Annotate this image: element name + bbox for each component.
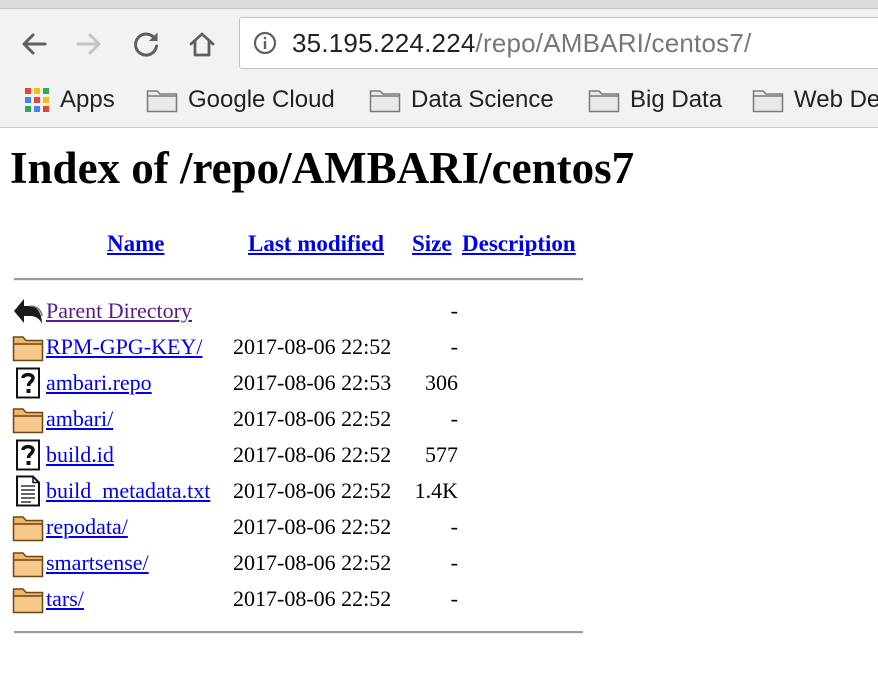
bookmark-big-data[interactable]: Big Data xyxy=(588,80,722,120)
file-size: - xyxy=(450,298,458,323)
table-row: ambari/2017-08-06 22:52 - xyxy=(0,401,600,437)
last-modified: 2017-08-06 22:52 xyxy=(233,334,392,359)
folder-icon xyxy=(12,403,44,435)
bookmark-label: Google Cloud xyxy=(188,86,335,113)
folder-icon xyxy=(146,90,178,113)
last-modified: 2017-08-06 22:52 xyxy=(233,586,392,611)
table-row: ambari.repo 2017-08-06 22:53 306 xyxy=(0,365,600,401)
file-size: 1.4K xyxy=(414,478,458,503)
file-link[interactable]: ambari.repo xyxy=(46,369,152,397)
page-title: Index of /repo/AMBARI/centos7 xyxy=(10,143,635,193)
file-size: - xyxy=(450,514,458,539)
file-link[interactable]: ambari/ xyxy=(46,405,113,433)
folder-icon xyxy=(752,90,784,113)
forward-button[interactable] xyxy=(71,26,107,62)
file-link[interactable]: RPM-GPG-KEY/ xyxy=(46,333,202,361)
table-row: tars/2017-08-06 22:52 - xyxy=(0,581,600,617)
bookmark-data-science[interactable]: Data Science xyxy=(369,80,554,120)
bookmarks-bar: Apps Google Cloud Data Science Big Data … xyxy=(0,80,878,120)
column-header-last-modified[interactable]: Last modified xyxy=(248,231,384,257)
footer-divider xyxy=(14,631,583,634)
last-modified: 2017-08-06 22:52 xyxy=(233,406,392,431)
back-icon xyxy=(12,295,44,327)
bookmark-apps[interactable]: Apps xyxy=(24,80,115,120)
unknown-file-icon xyxy=(12,439,44,471)
column-header-size[interactable]: Size xyxy=(412,231,452,257)
file-link[interactable]: repodata/ xyxy=(46,513,128,541)
apps-grid-icon xyxy=(25,88,49,112)
bookmark-label: Data Science xyxy=(411,86,554,113)
table-row: RPM-GPG-KEY/2017-08-06 22:52 - xyxy=(0,329,600,365)
file-link[interactable]: build.id xyxy=(46,441,114,469)
file-size: - xyxy=(450,334,458,359)
file-size: - xyxy=(450,586,458,611)
bookmark-label: Web De xyxy=(794,86,878,113)
bookmark-label: Apps xyxy=(60,86,115,113)
browser-chrome: 35.195.224.224/repo/AMBARI/centos7/ Apps… xyxy=(0,0,878,128)
directory-listing-page: Index of /repo/AMBARI/centos7 Name Last … xyxy=(0,128,878,678)
url-text[interactable]: 35.195.224.224/repo/AMBARI/centos7/ xyxy=(292,27,751,59)
column-header-description[interactable]: Description xyxy=(462,231,576,257)
table-row: repodata/2017-08-06 22:52 - xyxy=(0,509,600,545)
file-link[interactable]: smartsense/ xyxy=(46,549,149,577)
forward-arrow-icon xyxy=(76,33,101,55)
reload-button[interactable] xyxy=(128,26,164,62)
bookmark-google-cloud[interactable]: Google Cloud xyxy=(146,80,335,120)
home-icon xyxy=(189,32,215,57)
folder-icon xyxy=(588,90,620,113)
folder-icon xyxy=(369,90,401,113)
file-size: 306 xyxy=(425,370,458,395)
unknown-file-icon xyxy=(12,367,44,399)
last-modified: 2017-08-06 22:52 xyxy=(233,442,392,467)
last-modified: 2017-08-06 22:53 xyxy=(233,370,392,395)
column-header-name[interactable]: Name xyxy=(107,231,164,257)
folder-icon xyxy=(12,583,44,615)
folder-icon xyxy=(12,511,44,543)
back-arrow-icon xyxy=(22,33,47,55)
bookmark-web-dev[interactable]: Web De xyxy=(752,80,878,120)
header-divider xyxy=(14,278,583,281)
folder-icon xyxy=(12,331,44,363)
last-modified: 2017-08-06 22:52 xyxy=(233,514,392,539)
table-row: build_metadata.txt 2017-08-06 22:52 1.4K xyxy=(0,473,600,509)
file-size: - xyxy=(450,406,458,431)
file-link[interactable]: tars/ xyxy=(46,585,84,613)
back-button[interactable] xyxy=(16,26,52,62)
reload-icon xyxy=(134,32,158,57)
tab-strip xyxy=(0,0,878,9)
folder-icon xyxy=(12,547,44,579)
table-row: Parent Directory - xyxy=(0,293,600,329)
url-path: /repo/AMBARI/centos7/ xyxy=(475,28,752,58)
file-link[interactable]: Parent Directory xyxy=(46,297,192,325)
file-size: 577 xyxy=(425,442,458,467)
table-row: smartsense/2017-08-06 22:52 - xyxy=(0,545,600,581)
last-modified: 2017-08-06 22:52 xyxy=(233,550,392,575)
file-size: - xyxy=(450,550,458,575)
info-icon[interactable] xyxy=(253,31,277,55)
home-button[interactable] xyxy=(184,26,220,62)
table-row: build.id 2017-08-06 22:52 577 xyxy=(0,437,600,473)
file-link[interactable]: build_metadata.txt xyxy=(46,477,210,505)
bookmark-label: Big Data xyxy=(630,86,723,113)
url-host: 35.195.224.224 xyxy=(292,28,476,58)
address-bar[interactable]: 35.195.224.224/repo/AMBARI/centos7/ xyxy=(239,17,878,69)
text-file-icon xyxy=(12,475,44,507)
last-modified: 2017-08-06 22:52 xyxy=(233,478,392,503)
